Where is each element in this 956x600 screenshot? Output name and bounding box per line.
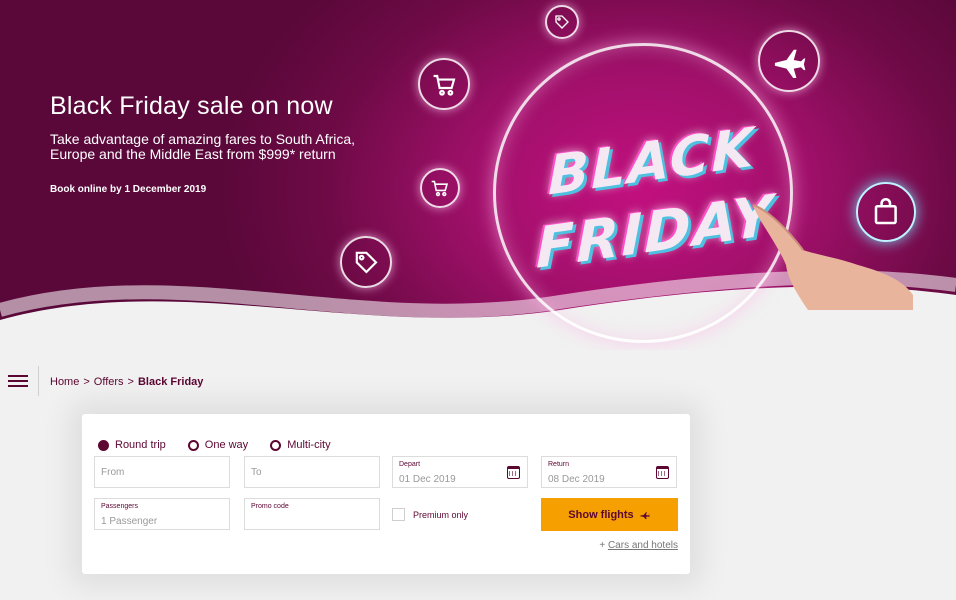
cars-hotels-link[interactable]: + Cars and hotels xyxy=(599,540,678,551)
radio-round-trip[interactable] xyxy=(98,439,109,451)
passengers-label: Passengers xyxy=(101,503,138,510)
return-value: 08 Dec 2019 xyxy=(548,474,605,485)
trip-label: Round trip xyxy=(115,439,166,451)
cars-prefix: + xyxy=(599,540,606,551)
promo-code-field[interactable]: Promo code xyxy=(244,498,380,530)
passengers-field[interactable]: Passengers 1 Passenger xyxy=(94,498,230,530)
breadcrumb-separator: > xyxy=(127,376,134,388)
radio-one-way[interactable] xyxy=(187,439,199,451)
calendar-icon[interactable] xyxy=(507,466,520,479)
trip-label: Multi-city xyxy=(287,439,331,451)
tag-icon xyxy=(340,236,392,288)
to-field[interactable]: To xyxy=(244,456,380,488)
menu-icon[interactable] xyxy=(8,372,28,392)
to-placeholder: To xyxy=(251,467,262,478)
plane-icon xyxy=(758,30,820,92)
premium-label: Premium only xyxy=(413,509,469,520)
cart-icon xyxy=(418,58,470,110)
trip-label: One way xyxy=(204,439,249,451)
from-field[interactable]: From xyxy=(94,456,230,488)
show-flights-button[interactable]: Show flights xyxy=(541,498,678,531)
promo-label: Promo code xyxy=(251,503,289,510)
calendar-icon[interactable] xyxy=(656,466,669,479)
show-flights-label: Show flights xyxy=(568,508,634,521)
from-placeholder: From xyxy=(101,467,125,478)
return-label: Return xyxy=(548,461,570,468)
hero-banner: BLACK FRIDAY Black Friday sale on now Ta… xyxy=(0,0,956,350)
radio-multi-city[interactable] xyxy=(270,439,282,451)
breadcrumb: Home > Offers > Black Friday xyxy=(50,376,203,388)
plane-small-icon xyxy=(640,511,650,519)
premium-only-toggle[interactable]: Premium only xyxy=(392,508,468,521)
passengers-value: 1 Passenger xyxy=(101,516,158,527)
trip-round[interactable]: Round trip xyxy=(98,439,166,451)
cars-link-text[interactable]: Cars and hotels xyxy=(608,540,678,551)
shopping-bag-icon xyxy=(856,182,916,242)
breadcrumb-separator: > xyxy=(83,376,90,388)
trip-multicity[interactable]: Multi-city xyxy=(270,439,331,451)
hero-subtitle: Take advantage of amazing fares to South… xyxy=(50,131,356,162)
trip-oneway[interactable]: One way xyxy=(187,439,249,451)
breadcrumb-home[interactable]: Home xyxy=(50,376,79,388)
return-date-field[interactable]: Return 08 Dec 2019 xyxy=(541,456,677,488)
cart-icon xyxy=(420,168,460,208)
depart-date-field[interactable]: Depart 01 Dec 2019 xyxy=(392,456,528,488)
hero-book-by: Book online by 1 December 2019 xyxy=(50,184,207,195)
depart-label: Depart xyxy=(399,461,421,468)
depart-value: 01 Dec 2019 xyxy=(399,474,456,485)
trip-type-group: Round trip One way Multi-city xyxy=(98,439,331,451)
hero-text: Black Friday sale on now Take advantage … xyxy=(50,90,410,195)
hero-title: Black Friday sale on now xyxy=(50,92,333,120)
breadcrumb-offers[interactable]: Offers xyxy=(94,376,124,388)
divider xyxy=(38,366,39,396)
flight-search-panel: Round trip One way Multi-city From To De… xyxy=(82,414,690,574)
tag-icon xyxy=(545,5,579,39)
premium-checkbox[interactable] xyxy=(392,508,405,521)
breadcrumb-current: Black Friday xyxy=(137,376,204,388)
